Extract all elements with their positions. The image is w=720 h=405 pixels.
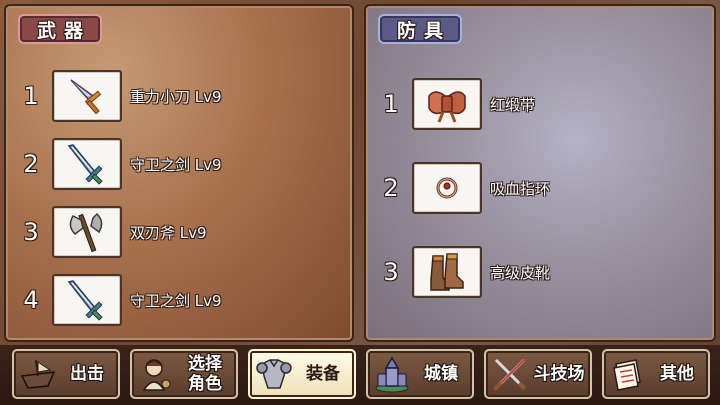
boots-icon bbox=[412, 246, 482, 298]
slot-number: 1 bbox=[383, 90, 399, 118]
item-name: 高级皮靴 bbox=[490, 263, 551, 282]
weapon-panel: 武器 1 重力小刀 Lv9 2 守卫之剑 Lv9 3 双刃斧 Lv9 4 守卫之… bbox=[4, 4, 354, 342]
item-name: 守卫之剑 Lv9 bbox=[130, 155, 222, 174]
ring-icon bbox=[412, 162, 482, 214]
armor-panel: 防具 1 红缎带 2 吸血指环 3 高级皮靴 bbox=[364, 4, 716, 342]
nav-label: 城镇 bbox=[424, 364, 458, 384]
armor-icon bbox=[252, 352, 296, 396]
item-name: 重力小刀 Lv9 bbox=[130, 87, 222, 106]
weapon-slot-3[interactable]: 3 双刃斧 Lv9 bbox=[16, 206, 207, 258]
armor-slot-2[interactable]: 2 吸血指环 bbox=[376, 162, 550, 214]
slot-number: 4 bbox=[23, 286, 39, 314]
weapon-panel-title: 武器 bbox=[18, 14, 102, 44]
ship-icon bbox=[16, 352, 60, 396]
weapon-slot-1[interactable]: 1 重力小刀 Lv9 bbox=[16, 70, 222, 122]
scroll-icon bbox=[606, 352, 650, 396]
crossed-swords-icon bbox=[488, 352, 532, 396]
item-name: 红缎带 bbox=[490, 95, 536, 114]
weapon-slot-4[interactable]: 4 守卫之剑 Lv9 bbox=[16, 274, 222, 326]
weapon-slot-2[interactable]: 2 守卫之剑 Lv9 bbox=[16, 138, 222, 190]
sword-icon bbox=[52, 138, 122, 190]
slot-number: 2 bbox=[23, 150, 39, 178]
item-name: 守卫之剑 Lv9 bbox=[130, 291, 222, 310]
item-name: 吸血指环 bbox=[490, 179, 551, 198]
nav-label: 装备 bbox=[306, 364, 340, 384]
armor-panel-title: 防具 bbox=[378, 14, 462, 44]
slot-number: 3 bbox=[383, 258, 399, 286]
nav-equipment-button[interactable]: 装备 bbox=[248, 349, 356, 399]
nav-label: 其他 bbox=[660, 364, 694, 384]
armor-slot-3[interactable]: 3 高级皮靴 bbox=[376, 246, 550, 298]
double-axe-icon bbox=[52, 206, 122, 258]
nav-town-button[interactable]: 城镇 bbox=[366, 349, 474, 399]
item-name: 双刃斧 Lv9 bbox=[130, 223, 207, 242]
slot-number: 2 bbox=[383, 174, 399, 202]
nav-other-button[interactable]: 其他 bbox=[602, 349, 710, 399]
ribbon-icon bbox=[412, 78, 482, 130]
dagger-icon bbox=[52, 70, 122, 122]
armor-slot-1[interactable]: 1 红缎带 bbox=[376, 78, 535, 130]
nav-label: 斗技场 bbox=[533, 364, 585, 384]
sword-icon bbox=[52, 274, 122, 326]
character-icon bbox=[134, 352, 178, 396]
nav-label: 选择 角色 bbox=[188, 354, 222, 394]
slot-number: 1 bbox=[23, 82, 39, 110]
nav-label: 出击 bbox=[70, 364, 104, 384]
slot-number: 3 bbox=[23, 218, 39, 246]
nav-arena-button[interactable]: 斗技场 bbox=[484, 349, 592, 399]
nav-sortie-button[interactable]: 出击 bbox=[12, 349, 120, 399]
nav-select-character-button[interactable]: 选择 角色 bbox=[130, 349, 238, 399]
bottom-nav-bar: 出击 选择 角色 装备 城镇 斗技场 其他 bbox=[0, 345, 720, 405]
castle-icon bbox=[370, 352, 414, 396]
